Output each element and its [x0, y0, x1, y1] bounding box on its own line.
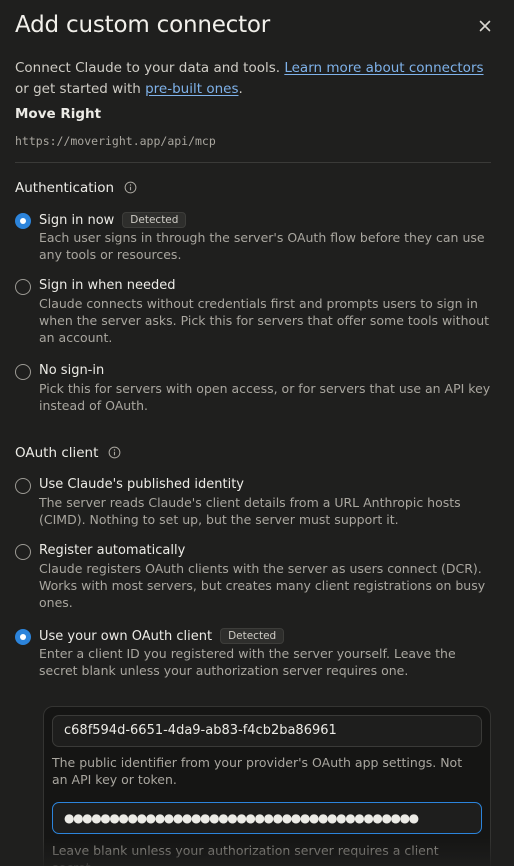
oauth-client-heading-label: OAuth client — [15, 445, 99, 461]
authentication-heading-label: Authentication — [15, 180, 115, 196]
auth-option-label: No sign-in — [39, 363, 105, 378]
oauth-option-description: Enter a client ID you registered with th… — [39, 646, 456, 678]
detected-badge: Detected — [220, 628, 285, 644]
auth-option-description: Claude connects without credentials firs… — [39, 296, 490, 345]
oauth-option-label: Register automatically — [39, 543, 186, 558]
divider — [15, 162, 491, 163]
oauth-option-label: Use your own OAuth client — [39, 628, 213, 644]
prebuilt-connectors-link[interactable]: pre-built ones — [145, 81, 238, 97]
client-id-input[interactable]: c68f594d-6651-4da9-ab83-f4cb2ba86961 — [52, 715, 482, 747]
auth-option-description: Pick this for servers with open access, … — [39, 381, 491, 413]
dialog-title: Add custom connector — [15, 12, 271, 38]
authentication-heading: Authentication — [15, 180, 138, 196]
radio-no-sign-in[interactable] — [15, 364, 31, 380]
auth-option-label: Sign in now — [39, 212, 115, 228]
server-url: https://moveright.app/api/mcp — [15, 134, 216, 148]
client-secret-input[interactable]: ●●●●●●●●●●●●●●●●●●●●●●●●●●●●●●●●●●●●●●● — [52, 802, 482, 834]
oauth-client-heading: OAuth client — [15, 445, 122, 461]
dialog-intro: Connect Claude to your data and tools. L… — [15, 58, 499, 100]
intro-text-end: . — [238, 81, 243, 97]
oauth-option-description: Claude registers OAuth clients with the … — [39, 561, 486, 610]
intro-text-middle: or get started with — [15, 81, 146, 97]
radio-register-automatically[interactable] — [15, 544, 31, 560]
radio-sign-in-now[interactable] — [15, 213, 31, 229]
radio-published-identity[interactable] — [15, 478, 31, 494]
learn-more-link[interactable]: Learn more about connectors — [284, 60, 483, 76]
detected-badge: Detected — [122, 212, 187, 228]
intro-text: Connect Claude to your data and tools. — [15, 60, 285, 76]
close-icon[interactable] — [476, 17, 494, 35]
oauth-option-label-row: Use your own OAuth client Detected — [39, 628, 285, 644]
client-id-hint: The public identifier from your provider… — [52, 755, 463, 787]
radio-sign-in-when-needed[interactable] — [15, 279, 31, 295]
auth-option-label-row: Sign in now Detected — [39, 212, 187, 228]
add-connector-dialog: Add custom connector Connect Claude to y… — [0, 0, 514, 866]
info-icon[interactable] — [124, 181, 138, 195]
own-client-fields: c68f594d-6651-4da9-ab83-f4cb2ba86961 The… — [43, 706, 491, 866]
server-name: Move Right — [15, 106, 102, 122]
client-secret-hint: Leave blank unless your authorization se… — [52, 843, 439, 866]
auth-option-description: Each user signs in through the server's … — [39, 230, 485, 262]
auth-option-label: Sign in when needed — [39, 278, 176, 293]
info-icon[interactable] — [108, 446, 122, 460]
radio-own-client[interactable] — [15, 629, 31, 645]
oauth-option-label: Use Claude's published identity — [39, 477, 245, 492]
oauth-option-description: The server reads Claude's client details… — [39, 495, 461, 527]
